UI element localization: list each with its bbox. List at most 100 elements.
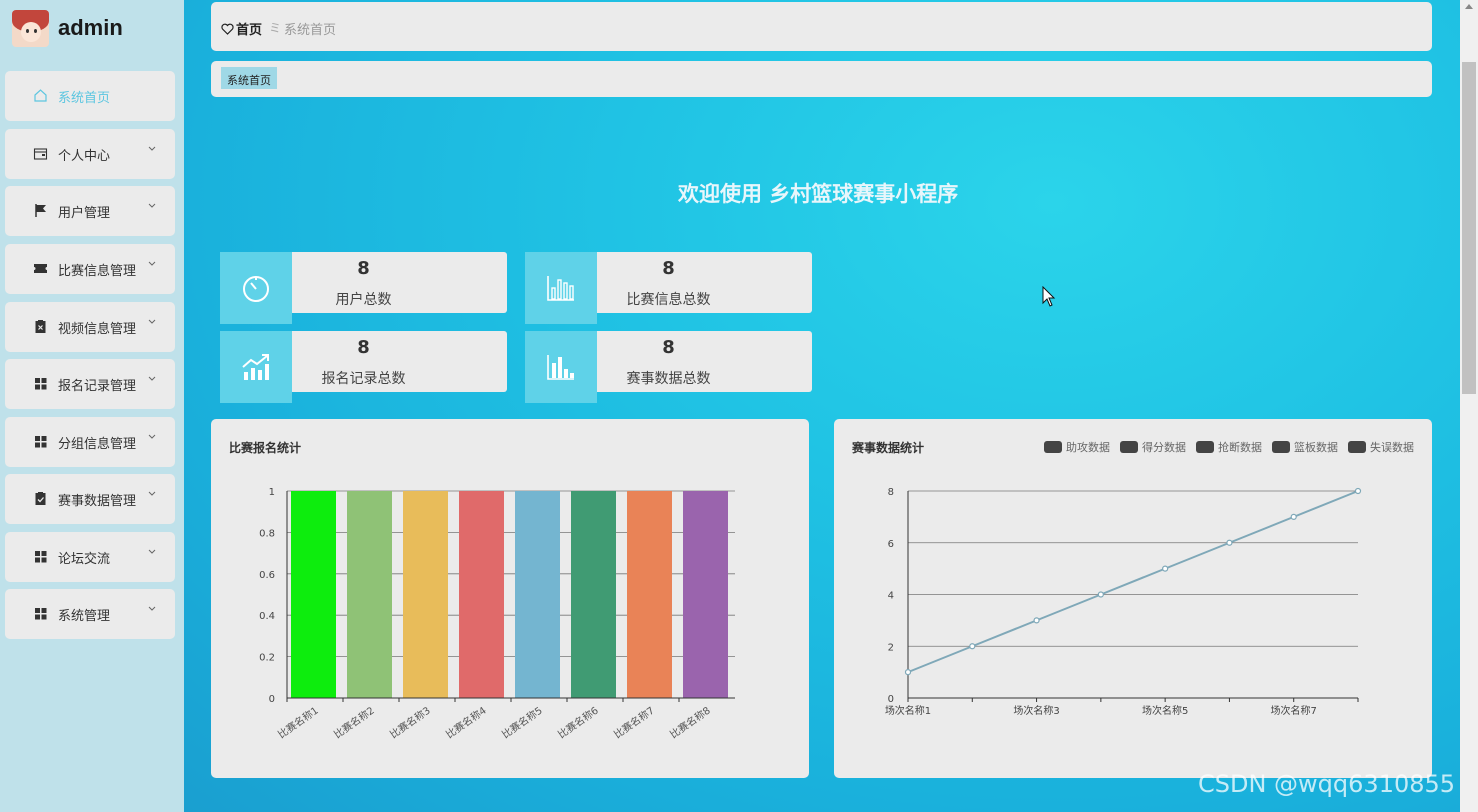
- y-tick-label: 0.2: [259, 653, 275, 664]
- x-tick-label: 场次名称5: [1142, 704, 1188, 717]
- y-tick-label: 6: [888, 539, 894, 550]
- stat-value: 8: [357, 337, 370, 358]
- scrollbar-thumb[interactable]: [1462, 62, 1476, 394]
- grid-icon: [33, 606, 48, 621]
- heart-icon: [221, 23, 234, 35]
- bar: [515, 491, 560, 698]
- y-tick-label: 0: [888, 694, 894, 705]
- watermark: CSDN @wqq6310855: [1198, 770, 1456, 798]
- data-point: [1097, 591, 1104, 598]
- chevron-down-icon: [147, 143, 157, 153]
- y-tick-label: 8: [888, 487, 894, 498]
- bar-chart-icon: [525, 252, 597, 324]
- bar: [347, 491, 392, 698]
- chevron-down-icon: [147, 546, 157, 556]
- y-tick-label: 0: [269, 694, 275, 705]
- sidebar-item-label: 赛事数据管理: [58, 494, 137, 509]
- brand: admin: [12, 8, 123, 48]
- x-tick-label: 比赛名称3: [387, 704, 432, 741]
- stat-label: 赛事数据总数: [626, 371, 711, 387]
- chevron-down-icon: [147, 431, 157, 441]
- scroll-up-arrow-icon[interactable]: [1465, 4, 1473, 9]
- chevron-down-icon: [147, 488, 157, 498]
- sidebar-item-label: 个人中心: [58, 149, 111, 164]
- x-tick-label: 场次名称3: [1013, 704, 1059, 717]
- x-tick-label: 比赛名称6: [555, 704, 600, 741]
- x-tick-label: 比赛名称1: [275, 704, 320, 741]
- sidebar-item-label: 系统管理: [58, 609, 111, 624]
- sidebar-item-personal-center[interactable]: 个人中心: [5, 129, 175, 179]
- sidebar-item-video-info[interactable]: 视频信息管理: [5, 302, 175, 352]
- main-content: 首页 ミ 系统首页 系统首页 欢迎使用 乡村篮球赛事小程序 8 用户总数 8 比…: [184, 0, 1460, 812]
- match-data-chart-panel: 赛事数据统计 助攻数据 得分数据 抢断数据 篮板数据 失误数据 0 2 4 6 8 场次名…: [834, 419, 1432, 778]
- y-tick-label: 2: [888, 642, 894, 653]
- y-tick-label: 0.4: [259, 611, 275, 622]
- breadcrumb: 首页 ミ 系统首页: [211, 2, 1432, 51]
- home-icon: [33, 88, 48, 103]
- sidebar-item-label: 系统首页: [58, 91, 111, 106]
- bar: [291, 491, 336, 698]
- breadcrumb-separator: ミ: [269, 21, 282, 35]
- data-point: [1033, 617, 1040, 624]
- breadcrumb-current: 系统首页: [284, 23, 337, 38]
- vertical-scrollbar[interactable]: [1460, 0, 1478, 812]
- welcome-title: 欢迎使用 乡村篮球赛事小程序: [678, 182, 959, 206]
- bar: [627, 491, 672, 698]
- stat-value: 8: [357, 258, 370, 279]
- data-point: [1354, 487, 1362, 495]
- sidebar-item-forum[interactable]: 论坛交流: [5, 532, 175, 582]
- sidebar-item-match-data[interactable]: 赛事数据管理: [5, 474, 175, 524]
- stat-label: 用户总数: [335, 292, 392, 308]
- chevron-down-icon: [147, 316, 157, 326]
- mouse-cursor-icon: [1042, 285, 1056, 312]
- stat-card-match-data: 8 赛事数据总数: [525, 331, 812, 403]
- bar: [403, 491, 448, 698]
- y-tick-label: 0.8: [259, 528, 275, 539]
- histogram-icon: [525, 331, 597, 403]
- avatar: [12, 9, 49, 47]
- bar: [683, 491, 728, 698]
- breadcrumb-home[interactable]: 首页: [221, 19, 262, 38]
- data-point: [904, 669, 912, 676]
- chevron-down-icon: [147, 603, 157, 613]
- sidebar-item-registration-records[interactable]: 报名记录管理: [5, 359, 175, 409]
- sidebar-item-user-management[interactable]: 用户管理: [5, 186, 175, 236]
- sidebar-item-group-info[interactable]: 分组信息管理: [5, 417, 175, 467]
- clipboard-check-icon: [33, 491, 48, 506]
- stat-card-users: 8 用户总数: [220, 252, 507, 324]
- sidebar-item-label: 比赛信息管理: [58, 264, 137, 279]
- y-tick-label: 4: [888, 591, 894, 602]
- y-tick-label: 0.6: [259, 570, 275, 581]
- x-tick-label: 场次名称7: [1271, 704, 1317, 717]
- ticket-icon: [33, 261, 48, 276]
- sidebar-item-label: 视频信息管理: [58, 322, 137, 337]
- sidebar-item-match-info[interactable]: 比赛信息管理: [5, 244, 175, 294]
- brand-name: admin: [58, 15, 123, 40]
- data-point: [1162, 565, 1169, 572]
- sidebar-item-label: 用户管理: [58, 206, 111, 221]
- grid-icon: [33, 434, 48, 449]
- stat-value: 8: [662, 258, 675, 279]
- tag-home[interactable]: 系统首页: [221, 67, 277, 89]
- sidebar: admin 系统首页 个人中心 用户管理 比赛信息管理 视频信息管理 报名记录管…: [0, 0, 184, 812]
- stat-label: 比赛信息总数: [626, 292, 711, 308]
- stat-label: 报名记录总数: [321, 371, 406, 387]
- breadcrumb-home-label: 首页: [236, 23, 263, 38]
- grid-icon: [33, 376, 48, 391]
- sidebar-item-system-management[interactable]: 系统管理: [5, 589, 175, 639]
- timer-icon: [220, 252, 292, 324]
- trend-chart-icon: [220, 331, 292, 403]
- stat-value: 8: [662, 337, 675, 358]
- y-tick-label: 1: [269, 487, 275, 498]
- data-point: [969, 643, 976, 650]
- stat-card-registrations: 8 报名记录总数: [220, 331, 507, 403]
- sidebar-item-label: 报名记录管理: [58, 379, 137, 394]
- series-line: [907, 490, 1359, 674]
- wallet-icon: [33, 146, 48, 161]
- x-tick-label: 比赛名称5: [499, 704, 544, 741]
- data-point: [1290, 513, 1297, 520]
- sidebar-item-home[interactable]: 系统首页: [5, 71, 175, 121]
- clipboard-x-icon: [33, 319, 48, 334]
- flag-icon: [33, 203, 48, 218]
- sidebar-item-label: 分组信息管理: [58, 437, 137, 452]
